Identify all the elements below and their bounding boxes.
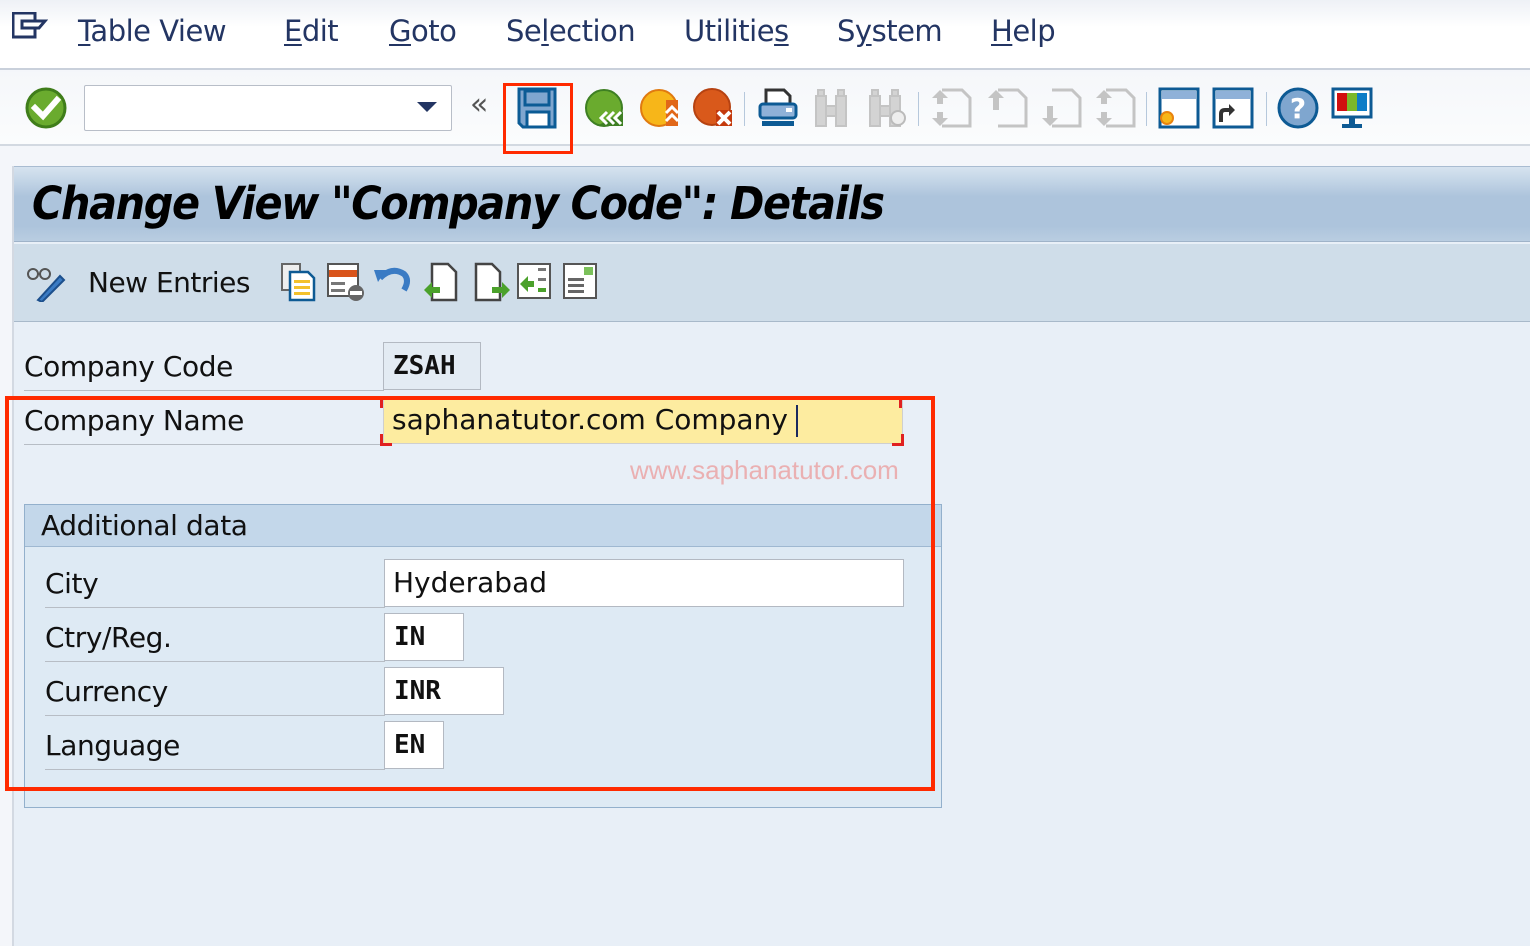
menu-mnemonic: s [774,14,789,48]
toolbar-separator [1266,92,1267,126]
currency-input[interactable]: INR [384,667,504,715]
row-divider [45,769,385,770]
toolbar-separator [744,92,745,126]
currency-label: Currency [45,675,168,708]
menu-selection[interactable]: Selection [506,14,636,48]
language-input[interactable]: EN [384,721,444,769]
row-divider [45,715,385,716]
next-page-icon [1042,88,1082,128]
application-toolbar: New Entries [14,244,1530,322]
group-title: Additional data [41,509,248,542]
next-entry-icon[interactable] [474,262,512,302]
back-icon[interactable] [583,86,627,130]
menu-mnemonic: G [389,14,411,48]
copy-as-icon[interactable] [280,262,318,302]
find-next-icon [869,89,906,127]
standard-toolbar: « ? [0,72,1530,146]
menu-mnemonic: y [854,14,872,48]
focus-corner [380,396,384,408]
command-input[interactable] [85,86,405,130]
menu-goto[interactable]: Goto [389,14,457,48]
menu-mnemonic: E [284,14,302,48]
toolbar-separator [1146,92,1147,126]
city-input[interactable]: Hyderabad [384,559,904,607]
help-icon[interactable]: ? [1276,86,1320,130]
title-bar: Change View "Company Code": Details [14,166,1530,242]
focus-corner [380,434,392,446]
previous-entry-icon[interactable] [422,262,460,302]
menu-mnemonic: T [78,14,91,48]
create-session-icon[interactable] [1157,86,1201,130]
menu-help[interactable]: Help [991,14,1056,48]
menu-system[interactable]: System [837,14,943,48]
customize-layout-icon[interactable] [1330,86,1374,130]
menu-utilities[interactable]: Utilities [684,14,789,48]
menu-mnemonic: H [991,14,1013,48]
generate-shortcut-icon[interactable] [1211,86,1255,130]
toolbar-separator [918,92,919,126]
main-content: Change View "Company Code": Details New … [12,166,1530,946]
menu-mnemonic: l [541,14,549,48]
focus-corner [892,434,904,446]
country-input[interactable]: IN [384,613,464,661]
row-divider [45,661,385,662]
print-icon[interactable] [756,86,800,130]
menu-label: Selection [506,14,636,48]
command-field[interactable] [84,85,452,131]
row-divider [24,444,384,445]
company-code-field: ZSAH [383,342,481,390]
menu-edit[interactable]: Edit [284,14,339,48]
city-label: City [45,567,99,600]
collapse-command-field-button[interactable]: « [470,90,488,120]
menu-label: elp [1012,14,1056,48]
additional-data-group: Additional data City Hyderabad Ctry/Reg.… [24,504,942,808]
select-all-icon[interactable] [516,262,554,302]
focus-corner [898,396,902,408]
menu-label: dit [301,14,339,48]
save-icon[interactable] [516,86,560,130]
group-header: Additional data [25,505,941,547]
menu-label: oto [410,14,457,48]
find-icon [815,89,847,127]
company-name-value: saphanatutor.com Company [392,403,788,436]
display-change-icon[interactable] [24,262,68,302]
first-page-icon [932,88,972,128]
text-cursor [795,405,798,437]
company-code-label: Company Code [24,350,233,383]
command-history-dropdown-icon[interactable] [417,102,437,112]
company-name-label: Company Name [24,404,244,437]
svg-text:?: ? [1290,92,1306,125]
menu-bar: Table View Edit Goto Selection Utilities… [0,0,1530,70]
enter-icon[interactable] [24,86,68,130]
menu-label: System [837,14,943,48]
row-divider [24,390,384,391]
last-page-icon [1096,88,1136,128]
country-label: Ctry/Reg. [45,621,172,654]
print-standard-list-icon[interactable] [562,262,600,302]
exit-icon[interactable] [638,86,682,130]
language-label: Language [45,729,180,762]
undo-change-icon[interactable] [372,262,412,302]
cancel-icon[interactable] [692,86,736,130]
watermark: www.saphanatutor.com [630,455,899,485]
menu-label: Utilities [684,14,789,48]
company-name-input[interactable]: saphanatutor.com Company [383,396,903,444]
menu-label: able View [90,14,227,48]
previous-page-icon [988,88,1028,128]
menu-table-view[interactable]: Table View [78,14,227,48]
delete-icon[interactable] [326,262,366,302]
system-menu-icon[interactable] [12,12,48,40]
row-divider [45,607,385,608]
new-entries-button[interactable]: New Entries [88,266,251,299]
screen-title: Change View "Company Code": Details [32,177,885,230]
